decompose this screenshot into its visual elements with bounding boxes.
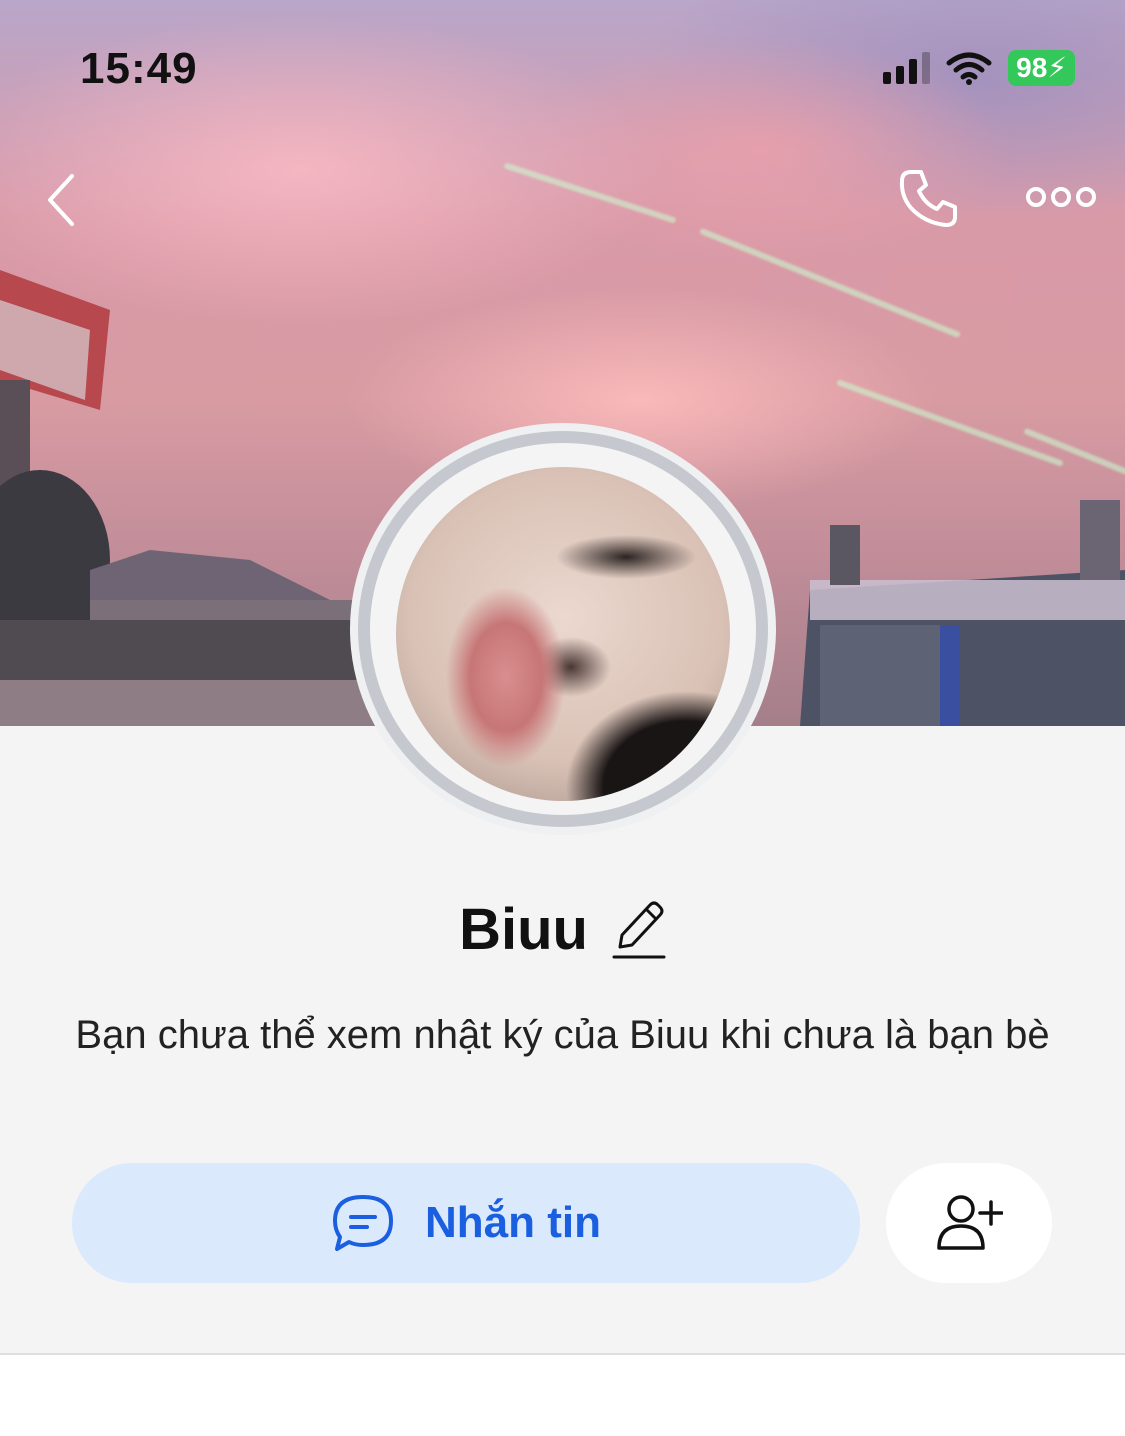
bottom-section [0,1355,1125,1436]
message-button-label: Nhắn tin [425,1198,601,1247]
message-button[interactable]: Nhắn tin [72,1163,860,1283]
status-time: 15:49 [80,44,198,93]
avatar[interactable] [396,467,730,801]
add-friend-button[interactable] [886,1163,1052,1283]
more-dots-icon[interactable] [1026,184,1096,210]
profile-name: Biuu [459,897,588,962]
profile-name-row: Biuu [0,896,1125,963]
cellular-signal-icon [883,52,931,84]
chevron-left-icon[interactable] [42,172,82,228]
charging-bolt-icon: ⚡ [1047,52,1067,83]
add-user-icon [937,1195,1003,1250]
phone-icon[interactable] [897,168,959,230]
battery-indicator: 98⚡ [1008,50,1075,86]
wifi-icon [946,52,992,85]
privacy-info-text: Bạn chưa thể xem nhật ký của Biuu khi ch… [75,1013,1050,1057]
pencil-icon[interactable] [612,899,666,961]
chat-bubble-icon [333,1195,393,1251]
status-icons: 98⚡ [883,50,1075,86]
battery-level: 98 [1016,52,1048,83]
